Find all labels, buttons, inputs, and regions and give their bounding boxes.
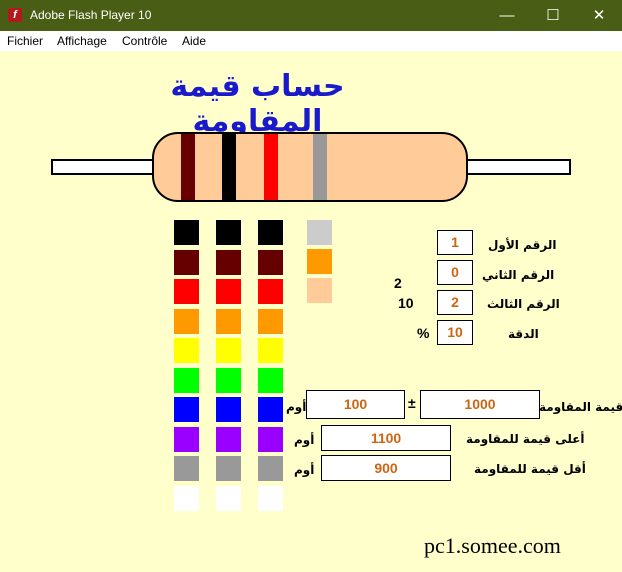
power-exponent: 2 [394,275,402,291]
flash-icon: f [8,8,22,22]
third-digit-label: الرقم الثالث [487,297,560,311]
first-digit-label: الرقم الأول [488,238,557,252]
color-swatch-col2-row1[interactable] [216,220,241,245]
page-title: حساب قيمة المقاومة [170,69,345,139]
window-title: Adobe Flash Player 10 [30,8,152,22]
color-swatch-col3-row8[interactable] [258,426,283,452]
color-swatch-col2-row2[interactable] [216,249,241,275]
tolerance-swatch-1[interactable] [307,220,332,245]
color-swatch-col1-row2[interactable] [174,249,199,275]
second-digit-label: الرقم الثاني [482,268,555,282]
tolerance-label: الدقة [508,327,539,341]
color-swatch-col2-row7[interactable] [216,397,241,422]
power-base: 10 [398,295,414,311]
resistance-unit: أوم [286,400,307,414]
color-swatch-col3-row9[interactable] [258,456,283,481]
minimize-button[interactable]: — [484,0,530,31]
color-swatch-col1-row5[interactable] [174,338,199,363]
color-swatch-col3-row4[interactable] [258,308,283,334]
min-resistance-unit: أوم [294,463,315,477]
color-swatch-col2-row8[interactable] [216,426,241,452]
flash-stage: حساب قيمة المقاومة الرقم الأول 1 الرقم ا… [0,51,622,572]
resistor-band-tolerance [313,134,327,200]
percent-sign: % [417,325,430,341]
color-swatch-col2-row6[interactable] [216,367,241,393]
close-button[interactable]: ✕ [576,0,622,31]
site-url: pc1.somee.com [424,533,561,558]
menu-aide[interactable]: Aide [182,34,206,48]
tolerance-swatch-3[interactable] [307,278,332,303]
tolerance-field[interactable]: 10 [437,320,473,345]
color-swatch-col3-row5[interactable] [258,338,283,363]
color-swatch-col1-row7[interactable] [174,397,199,422]
second-digit-field[interactable]: 0 [437,260,473,285]
color-swatch-col2-row5[interactable] [216,338,241,363]
menu-bar: Fichier Affichage Contrôle Aide [0,31,622,51]
color-swatch-col2-row3[interactable] [216,279,241,304]
min-resistance-label: أقل قيمة للمقاومة [474,462,586,476]
resistor-band-3 [264,134,278,200]
color-swatch-col3-row3[interactable] [258,279,283,304]
color-swatch-col3-row1[interactable] [258,220,283,245]
max-resistance-label: أعلى قيمة للمقاومة [466,432,585,446]
third-digit-field[interactable]: 2 [437,290,473,315]
color-swatch-col3-row2[interactable] [258,249,283,275]
color-swatch-col2-row4[interactable] [216,308,241,334]
min-resistance-field[interactable]: 900 [321,455,451,481]
color-swatch-col1-row6[interactable] [174,367,199,393]
resistance-label: قيمة المقاومة [539,400,622,414]
color-swatch-col3-row6[interactable] [258,367,283,393]
color-swatch-col1-row10[interactable] [174,485,199,511]
color-swatch-col2-row10[interactable] [216,485,241,511]
color-swatch-col3-row10[interactable] [258,485,283,511]
resistor-body [152,132,468,202]
maximize-button[interactable]: ☐ [530,0,576,31]
color-swatch-col1-row8[interactable] [174,426,199,452]
color-swatch-col1-row4[interactable] [174,308,199,334]
resistor-band-2 [222,134,236,200]
plus-minus-sign: ± [408,395,416,411]
color-swatch-col1-row1[interactable] [174,220,199,245]
tolerance-swatch-2[interactable] [307,249,332,274]
color-swatch-col3-row7[interactable] [258,397,283,422]
menu-fichier[interactable]: Fichier [7,34,43,48]
color-swatch-col2-row9[interactable] [216,456,241,481]
color-swatch-col1-row3[interactable] [174,279,199,304]
menu-controle[interactable]: Contrôle [122,34,167,48]
max-resistance-unit: أوم [294,433,315,447]
color-swatch-col1-row9[interactable] [174,456,199,481]
first-digit-field[interactable]: 1 [437,230,473,255]
resistor-band-1 [181,134,195,200]
deviation-field[interactable]: 100 [306,390,405,419]
max-resistance-field[interactable]: 1100 [321,425,451,451]
resistance-field[interactable]: 1000 [420,390,540,419]
menu-affichage[interactable]: Affichage [57,34,107,48]
title-bar: f Adobe Flash Player 10 — ☐ ✕ [0,0,622,31]
